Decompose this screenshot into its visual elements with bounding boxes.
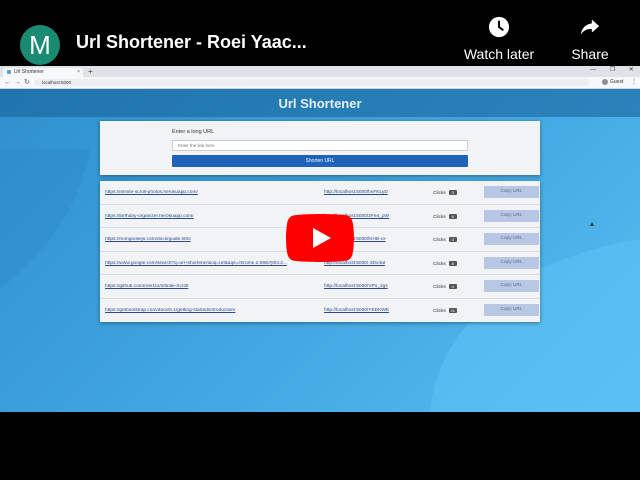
browser-menu-icon[interactable]: ⋮: [631, 77, 637, 88]
mouse-cursor-icon: [590, 222, 594, 226]
clicks-label: Clicks: [433, 214, 446, 220]
url-row: https://infinite-scroll-photos.herokuapp…: [100, 181, 540, 205]
copy-url-button[interactable]: Copy URL: [484, 209, 539, 222]
clicks-counter: Clicks 6: [433, 213, 457, 220]
clicks-counter: Clicks 3: [433, 237, 457, 243]
clicks-badge: 6: [448, 213, 457, 219]
reload-icon[interactable]: ↻: [24, 77, 30, 88]
copy-url-button[interactable]: Copy URL: [484, 280, 539, 292]
tab-title: Url Shortener: [14, 69, 44, 75]
long-url-link[interactable]: https://getbootstrap.com/docs/5.1/gettin…: [105, 308, 315, 313]
play-icon[interactable]: [286, 214, 354, 262]
long-url-input[interactable]: [172, 140, 468, 151]
profile-label: Guest: [610, 79, 624, 85]
long-url-link[interactable]: https://infinite-scroll-photos.herokuapp…: [105, 190, 315, 195]
clicks-badge: 11: [448, 307, 457, 313]
clicks-counter: Clicks 11: [433, 307, 457, 314]
forward-icon[interactable]: →: [14, 77, 21, 88]
profile-avatar-icon: [602, 78, 608, 85]
long-url-link[interactable]: https://mongoosejs.com/docs/guide.html: [105, 237, 315, 242]
clicks-badge: 4: [448, 284, 457, 289]
browser-tab-strip: Url Shortener × + — ❐ ✕: [0, 66, 640, 77]
clicks-label: Clicks: [433, 238, 446, 243]
tab-close-icon[interactable]: ×: [77, 68, 80, 77]
video-title[interactable]: Url Shortener - Roei Yaac...: [76, 32, 307, 53]
long-url-link[interactable]: https://www.google.com/search?q=url+shor…: [105, 261, 315, 266]
channel-avatar[interactable]: M: [20, 25, 60, 65]
shorten-url-button[interactable]: Shorten URL: [172, 155, 468, 167]
long-url-label: Enter a long URL: [172, 129, 215, 135]
long-url-link[interactable]: https://birthday-organizer.herokuapp.com…: [105, 214, 315, 219]
browser-toolbar: ← → ↻ localhost:5000 Guest ⋮: [0, 77, 640, 89]
favicon-icon: [7, 69, 11, 74]
browser-tab[interactable]: Url Shortener ×: [3, 68, 83, 77]
clicks-label: Clicks: [433, 261, 446, 267]
watch-later-label: Watch later: [463, 46, 535, 62]
watch-later-button[interactable]: Watch later: [456, 16, 542, 62]
share-button[interactable]: Share: [562, 16, 618, 62]
clicks-badge: 8: [448, 260, 457, 266]
copy-url-button[interactable]: Copy URL: [484, 186, 539, 198]
share-label: Share: [571, 46, 609, 62]
copy-url-button[interactable]: Copy URL: [484, 303, 539, 316]
clicks-counter: Clicks 3: [433, 190, 457, 196]
clock-icon: [488, 16, 510, 38]
copy-url-button[interactable]: Copy URL: [484, 233, 539, 245]
short-url-link[interactable]: http://localhost:5000/VPo_2gs: [324, 284, 388, 289]
short-url-link[interactable]: http://localhost:5000/hvFKLyD: [324, 190, 388, 195]
window-controls[interactable]: — ❐ ✕: [590, 66, 640, 73]
profile-button[interactable]: Guest: [602, 77, 623, 88]
share-arrow-icon: [580, 19, 600, 35]
address-text: localhost:5000: [42, 80, 72, 85]
long-url-link[interactable]: https://github.com/roei111/infinite-Scro…: [105, 284, 315, 289]
short-url-link[interactable]: http://localhost:5000/YEDKWE: [324, 308, 389, 313]
new-tab-button[interactable]: +: [88, 67, 93, 76]
url-row: https://getbootstrap.com/docs/5.1/gettin…: [100, 299, 540, 323]
back-icon[interactable]: ←: [4, 77, 11, 88]
clicks-label: Clicks: [433, 285, 446, 290]
app-title: Url Shortener: [278, 96, 362, 111]
video-bottom-letterbox: [0, 412, 640, 480]
url-row: https://github.com/roei111/infinite-Scro…: [100, 275, 540, 299]
clicks-label: Clicks: [433, 191, 446, 196]
address-bar[interactable]: localhost:5000: [34, 79, 589, 86]
clicks-badge: 3: [448, 190, 457, 195]
copy-url-button[interactable]: Copy URL: [484, 256, 539, 269]
clicks-badge: 3: [448, 237, 457, 242]
clicks-counter: Clicks 8: [433, 260, 457, 267]
clicks-label: Clicks: [433, 308, 446, 314]
clicks-counter: Clicks 4: [433, 284, 457, 290]
shorten-form-card: Enter a long URL Shorten URL: [100, 121, 540, 175]
